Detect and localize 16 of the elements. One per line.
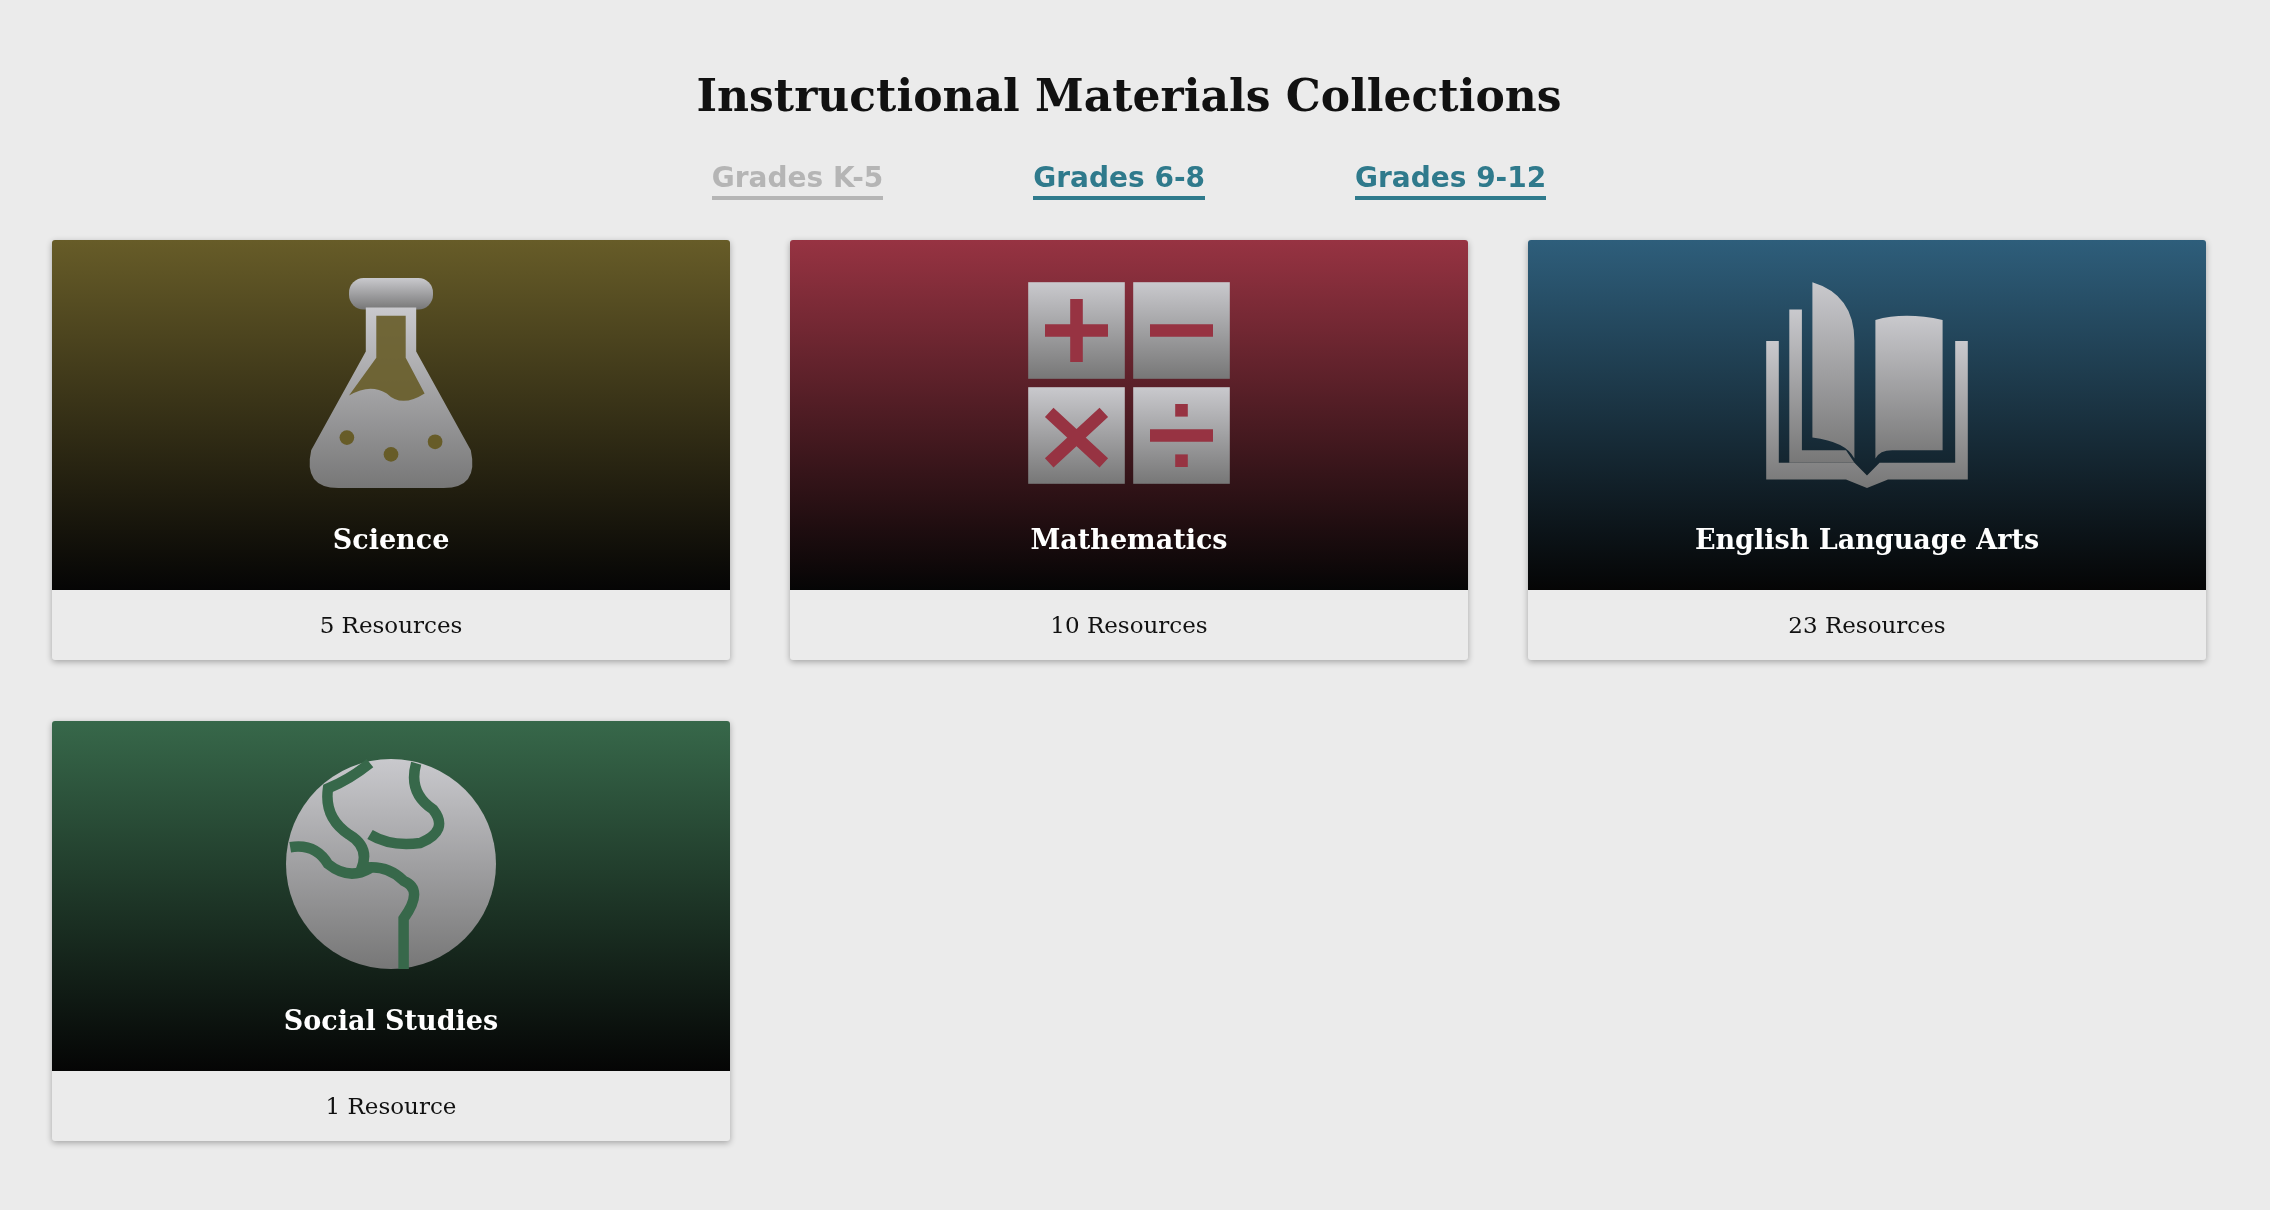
collection-name: Social Studies — [283, 1005, 499, 1036]
collection-card[interactable]: Social Studies 1 Resource — [52, 721, 730, 1141]
collection-name: Science — [332, 524, 450, 555]
resource-count: 23 Resources — [1787, 611, 1947, 640]
grade-tab[interactable]: Grades 9-12 — [1355, 161, 1547, 200]
resource-count: 5 Resources — [318, 611, 464, 640]
resource-count: 10 Resources — [1049, 611, 1209, 640]
globe-icon — [286, 759, 496, 969]
collection-name: English Language Arts — [1694, 524, 2040, 555]
page-title: Instructional Materials Collections — [696, 70, 1562, 121]
grade-tab[interactable]: Grades 6-8 — [1033, 161, 1205, 200]
resource-count: 1 Resource — [324, 1092, 458, 1121]
collection-name: Mathematics — [1030, 524, 1228, 555]
collection-card[interactable]: Science 5 Resources — [52, 240, 730, 660]
collection-card[interactable]: English Language Arts 23 Resources — [1528, 240, 2206, 660]
collection-card[interactable]: Mathematics 10 Resources — [790, 240, 1468, 660]
